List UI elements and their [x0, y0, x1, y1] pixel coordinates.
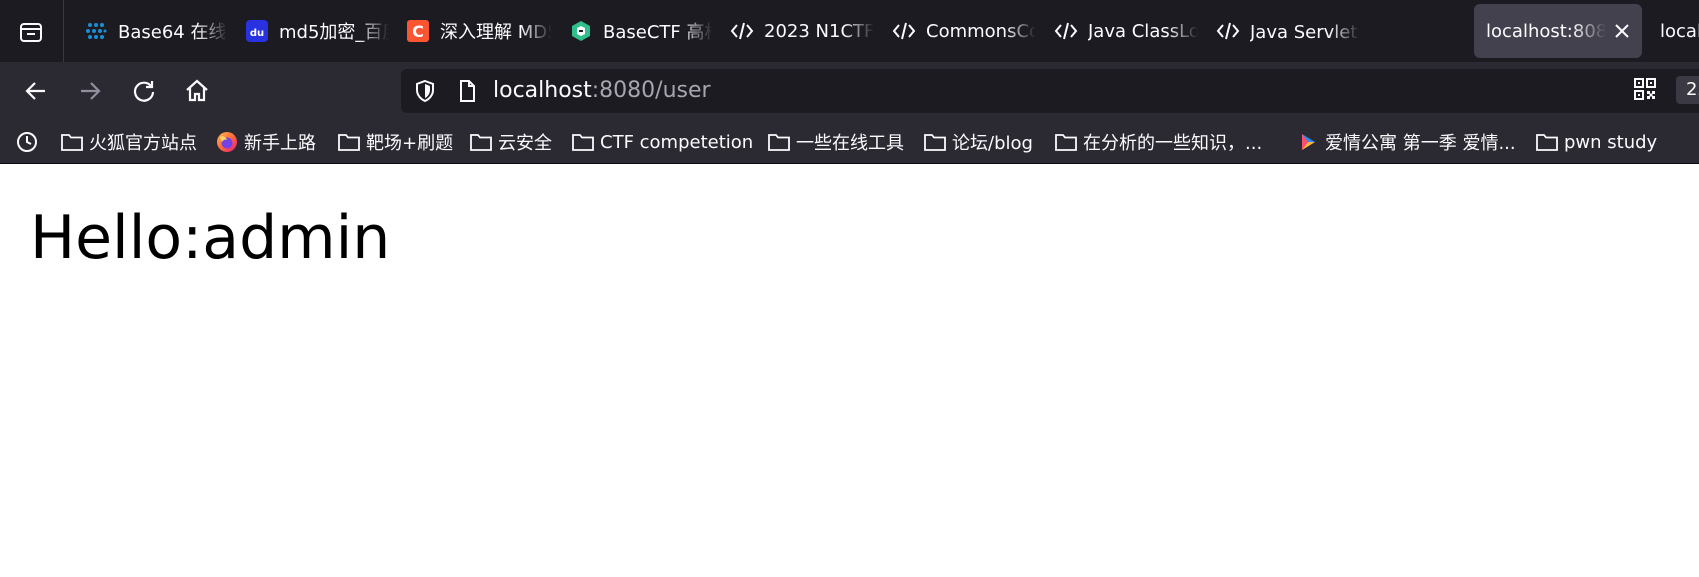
bookmark-label: 在分析的一些知识，...: [1083, 133, 1263, 154]
tab-title: Base64 在线编码: [118, 22, 228, 43]
code-icon: [892, 19, 916, 43]
bookmark-pwn-study[interactable]: pwn study: [1536, 127, 1657, 157]
base64-site-icon: [84, 19, 108, 43]
history-clock-icon: [16, 131, 38, 153]
tab-basectf[interactable]: BaseCTF 高校: [553, 4, 713, 58]
qr-code-icon: [1634, 78, 1656, 100]
code-icon: [1216, 19, 1240, 43]
url-host: localhost: [493, 78, 592, 103]
tab-title: 深入理解 MD5: [440, 22, 552, 43]
svg-text:du: du: [250, 28, 264, 39]
page-icon[interactable]: [455, 79, 479, 103]
tab-title: Java Servlet 基础: [1250, 22, 1360, 43]
tab-localhost-active[interactable]: localhost:8080/user: [1474, 4, 1642, 58]
tab-title: BaseCTF 高校: [603, 22, 713, 43]
bookmark-history[interactable]: [16, 127, 44, 157]
svg-text:C: C: [412, 22, 424, 41]
bookmark-label: 论坛/blog: [952, 133, 1033, 154]
qr-code-button[interactable]: [1630, 74, 1660, 104]
close-icon[interactable]: [1610, 19, 1634, 43]
bookmark-label: 火狐官方站点: [89, 133, 197, 154]
forward-arrow-icon: [81, 82, 101, 100]
tab-md5-baidu[interactable]: du md5加密_百度: [229, 4, 389, 58]
bookmark-firefox-official[interactable]: 火狐官方站点: [61, 127, 197, 157]
tab-localhost-2[interactable]: localhost: [1648, 4, 1699, 58]
folder-icon: [470, 131, 492, 153]
bookmark-label: CTF competetion: [600, 131, 754, 153]
basectf-icon: [569, 19, 593, 43]
bookmark-label: 靶场+刷题: [366, 133, 454, 154]
forward-button[interactable]: [71, 72, 109, 110]
bookmark-label: pwn study: [1564, 131, 1658, 153]
folder-icon: [924, 131, 946, 153]
bookmark-label: 云安全: [498, 133, 552, 154]
navigation-toolbar: localhost:8080/user 25: [0, 62, 1699, 120]
bookmark-online-tools[interactable]: 一些在线工具: [768, 127, 904, 157]
folder-icon: [61, 131, 83, 153]
reload-icon: [133, 81, 155, 102]
bookmark-range-practice[interactable]: 靶场+刷题: [338, 127, 453, 157]
browser-window: Base64 在线编码 du md5加密_百度 C 深入理解 MD5: [0, 0, 1699, 577]
bookmarks-toolbar: 火狐官方站点 新手上路 靶场+刷题 云安全 CTF competetion 一些…: [0, 120, 1699, 164]
bookmark-label: 新手上路: [244, 133, 316, 154]
bookmark-label: 一些在线工具: [796, 133, 904, 154]
bookmark-label: 爱情公寓 第一季 爱情...: [1325, 133, 1516, 154]
tab-title: 2023 N1CTF: [764, 20, 874, 42]
shield-icon[interactable]: [413, 79, 437, 103]
bookmark-cloud-security[interactable]: 云安全: [470, 127, 552, 157]
tab-title: localhost:8080/user: [1486, 20, 1606, 42]
folder-icon: [572, 131, 594, 153]
back-arrow-icon: [25, 82, 45, 100]
tab-list-button[interactable]: [14, 15, 48, 49]
tab-commonscollections[interactable]: CommonsCollections: [876, 4, 1036, 58]
home-icon: [186, 79, 208, 102]
folder-icon: [338, 131, 360, 153]
video-icon: [1297, 131, 1319, 153]
tab-title: md5加密_百度: [279, 22, 389, 43]
firefox-icon: [216, 131, 238, 153]
tab-strip: Base64 在线编码 du md5加密_百度 C 深入理解 MD5: [0, 0, 1699, 62]
code-icon: [730, 19, 754, 43]
tab-list-icon: [20, 23, 42, 42]
code-icon: [1054, 19, 1078, 43]
zoom-level-badge[interactable]: 25: [1676, 76, 1699, 104]
page-heading: Hello:admin: [30, 203, 391, 273]
tab-md5-article[interactable]: C 深入理解 MD5: [390, 4, 552, 58]
folder-icon: [1055, 131, 1077, 153]
bookmark-video-series[interactable]: 爱情公寓 第一季 爱情...: [1297, 127, 1516, 157]
back-button[interactable]: [17, 72, 55, 110]
bookmark-forum-blog[interactable]: 论坛/blog: [924, 127, 1033, 157]
folder-icon: [768, 131, 790, 153]
csdn-icon: C: [406, 19, 430, 43]
baidu-icon: du: [245, 19, 269, 43]
tab-n1ctf[interactable]: 2023 N1CTF: [714, 4, 874, 58]
tab-title: Java ClassLoader: [1088, 20, 1198, 42]
url-bar[interactable]: localhost:8080/user: [401, 69, 1699, 113]
tab-strip-divider: [63, 0, 64, 62]
tab-java-classloader[interactable]: Java ClassLoader: [1038, 4, 1198, 58]
tab-base64[interactable]: Base64 在线编码: [68, 4, 228, 58]
bookmark-getting-started[interactable]: 新手上路: [216, 127, 316, 157]
bookmark-analysis-notes[interactable]: 在分析的一些知识，...: [1055, 127, 1262, 157]
tab-java-servlet[interactable]: Java Servlet 基础: [1200, 4, 1360, 58]
page-content: Hello:admin: [0, 164, 1699, 577]
reload-button[interactable]: [125, 72, 163, 110]
tab-title: CommonsCollections: [926, 20, 1036, 42]
tab-title: localhost: [1660, 20, 1699, 42]
home-button[interactable]: [178, 72, 216, 110]
url-path: :8080/user: [591, 78, 711, 103]
folder-icon: [1536, 131, 1558, 153]
url-text[interactable]: localhost:8080/user: [493, 78, 711, 104]
bookmark-ctf-competetion[interactable]: CTF competetion: [572, 127, 753, 157]
